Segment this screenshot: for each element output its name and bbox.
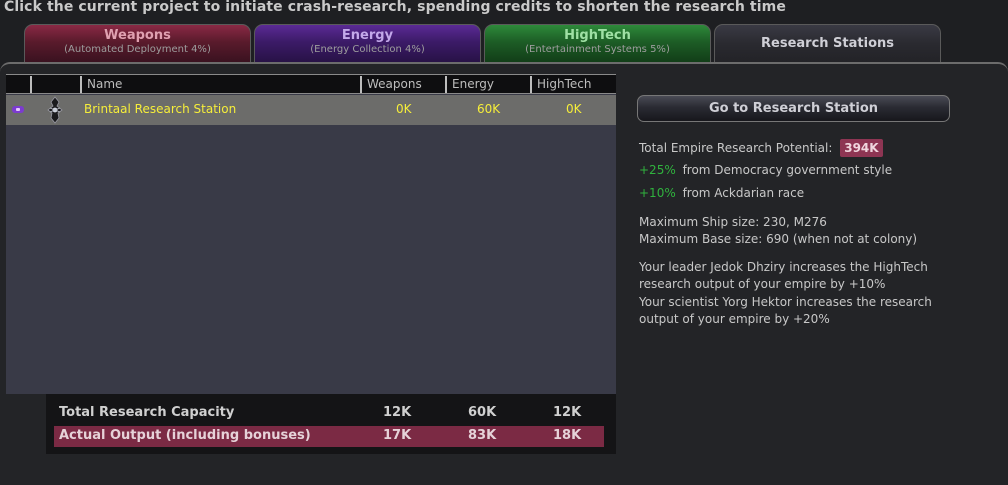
scientist-bonus-line2: output of your empire by +20% (639, 312, 830, 326)
tab-hightech-subtitle: (Entertainment Systems 5%) (525, 44, 670, 55)
max-ship-size: Maximum Ship size: 230, M276 (639, 215, 827, 229)
station-hightech: 0K (566, 102, 582, 116)
column-separator (530, 76, 532, 93)
tab-weapons[interactable]: Weapons (Automated Deployment 4%) (24, 24, 251, 62)
leader-bonus-line1: Your leader Jedok Dhziry increases the H… (639, 260, 928, 274)
tab-weapons-title: Weapons (104, 28, 171, 43)
research-potential: Total Empire Research Potential: 394K (639, 139, 883, 157)
empire-flag-icon (12, 106, 24, 113)
go-to-research-station-button[interactable]: Go to Research Station (637, 95, 950, 122)
actual-output-label: Actual Output (including bonuses) (59, 428, 311, 443)
totals-panel: Total Research Capacity 12K 60K 12K Actu… (46, 394, 616, 454)
max-base-size: Maximum Base size: 690 (when not at colo… (639, 232, 918, 246)
tab-research-stations[interactable]: Research Stations (714, 24, 941, 62)
column-separator (360, 76, 362, 93)
column-header-energy[interactable]: Energy (452, 77, 494, 91)
column-separator (30, 76, 32, 93)
research-station-icon (47, 96, 63, 124)
total-capacity-hightech: 12K (553, 405, 582, 420)
tab-weapons-subtitle: (Automated Deployment 4%) (64, 44, 211, 55)
total-capacity-row: Total Research Capacity 12K 60K 12K (54, 403, 604, 424)
total-capacity-energy: 60K (468, 405, 497, 420)
tab-research-stations-title: Research Stations (761, 36, 894, 51)
stations-table: Name Weapons Energy HighTech Brintaal Re… (6, 74, 616, 394)
table-header: Name Weapons Energy HighTech (6, 74, 616, 94)
leader-bonus-line2: research output of your empire by +10% (639, 277, 886, 291)
station-weapons: 0K (396, 102, 412, 116)
column-separator (445, 76, 447, 93)
tab-energy-subtitle: (Energy Collection 4%) (310, 44, 425, 55)
research-potential-value: 394K (840, 139, 883, 157)
bonus-democracy: +25% from Democracy government style (639, 163, 892, 177)
actual-output-weapons: 17K (383, 428, 412, 443)
actual-output-energy: 83K (468, 428, 497, 443)
tab-hightech-title: HighTech (564, 28, 631, 43)
actual-output-hightech: 18K (553, 428, 582, 443)
station-energy: 60K (477, 102, 501, 116)
bonus-race-value: +10% (639, 186, 676, 200)
tab-energy-title: Energy (341, 28, 394, 43)
instruction-text: Click the current project to initiate cr… (4, 0, 786, 15)
column-header-name[interactable]: Name (87, 77, 122, 91)
column-separator (80, 76, 82, 93)
actual-output-row: Actual Output (including bonuses) 17K 83… (54, 426, 604, 447)
total-capacity-weapons: 12K (383, 405, 412, 420)
bonus-democracy-text: from Democracy government style (682, 163, 893, 177)
scientist-bonus-line1: Your scientist Yorg Hektor increases the… (639, 295, 932, 309)
total-capacity-label: Total Research Capacity (59, 405, 235, 420)
column-header-weapons[interactable]: Weapons (367, 77, 422, 91)
station-name: Brintaal Research Station (84, 102, 237, 116)
bonus-democracy-value: +25% (639, 163, 676, 177)
column-header-hightech[interactable]: HighTech (537, 77, 591, 91)
bonus-race-text: from Ackdarian race (682, 186, 805, 200)
tab-energy[interactable]: Energy (Energy Collection 4%) (254, 24, 481, 62)
tab-hightech[interactable]: HighTech (Entertainment Systems 5%) (484, 24, 711, 62)
table-row[interactable]: Brintaal Research Station 0K 60K 0K (6, 95, 616, 125)
bonus-race: +10% from Ackdarian race (639, 186, 804, 200)
research-potential-label: Total Empire Research Potential: (639, 141, 833, 155)
